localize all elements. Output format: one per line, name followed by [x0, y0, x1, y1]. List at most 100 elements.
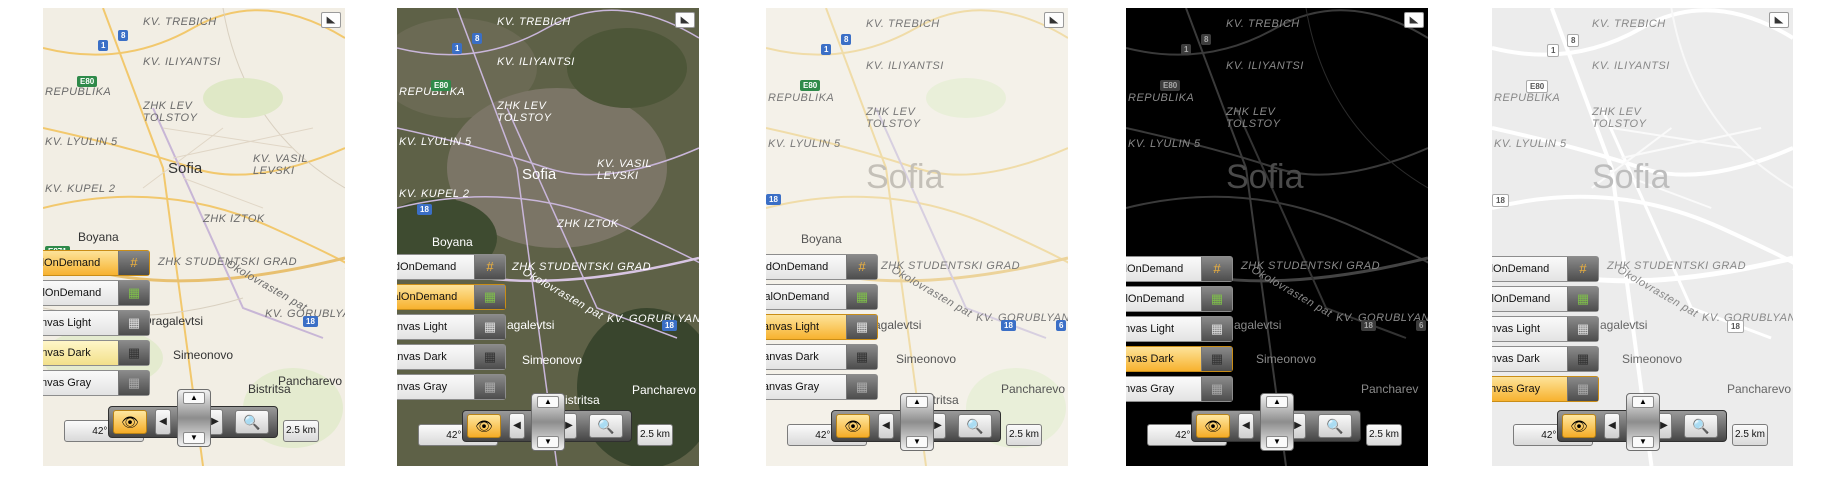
- pan-pad[interactable]: ▲ ▼: [900, 393, 934, 451]
- road-shield-18: 18: [303, 316, 318, 327]
- zoom-button[interactable]: 🔍: [958, 414, 992, 438]
- label-simeonovo: Simeonovo: [896, 352, 957, 366]
- label-city: Sofia: [522, 166, 557, 183]
- pan-left-button[interactable]: ◀: [155, 409, 171, 435]
- mode-road-button[interactable]: RoadOnDemand #: [397, 254, 506, 280]
- pan-down-button[interactable]: ▼: [183, 432, 205, 444]
- mode-road-label: RoadOnDemand: [1492, 263, 1550, 275]
- map-panel-canvas-gray[interactable]: KV. TREBICH KV. ILIYANTSI REPUBLIKA ZHK …: [1492, 8, 1793, 466]
- map-panel-aerial[interactable]: KV. TREBICH KV. ILIYANTSI REPUBLIKA ZHK …: [397, 8, 699, 466]
- aerial-tile-icon: ▦: [127, 285, 141, 300]
- canvas-grid-icon: ▦: [127, 375, 141, 390]
- pan-left-button[interactable]: ◀: [1238, 413, 1254, 439]
- pan-pad[interactable]: ▲ ▼: [177, 389, 211, 447]
- road-shield-1: 1: [1547, 44, 1560, 57]
- minimize-button[interactable]: [1404, 12, 1424, 28]
- mode-aerial-button[interactable]: AerialOnDemand ▦: [43, 280, 150, 306]
- mode-canvas-gray-button[interactable]: Canvas Gray ▦: [43, 370, 150, 396]
- mode-canvas-light-button[interactable]: Canvas Light ▦: [43, 310, 150, 336]
- magnifier-icon: 🔍: [1692, 418, 1710, 434]
- zoom-button[interactable]: 🔍: [1684, 414, 1718, 438]
- pan-left-button[interactable]: ◀: [509, 413, 525, 439]
- pan-pad[interactable]: ▲ ▼: [1260, 393, 1294, 451]
- label-trebich: KV. TREBICH: [1226, 18, 1300, 30]
- grid-hash-icon: #: [486, 259, 494, 274]
- label-republika: REPUBLIKA: [768, 92, 835, 104]
- visibility-toggle-button[interactable]: 👁: [1196, 414, 1230, 438]
- mode-aerial-label: AerialOnDemand: [1492, 293, 1551, 305]
- pan-down-button[interactable]: ▼: [1266, 436, 1288, 448]
- label-lyulin: KV. LYULIN 5: [1128, 138, 1201, 150]
- eye-icon: 👁: [1204, 418, 1222, 434]
- label-gorublyane: KV. GORUBLYAN: [607, 313, 699, 325]
- pan-pad[interactable]: ▲ ▼: [531, 393, 565, 451]
- road-shield-18: 18: [417, 204, 432, 215]
- mode-road-button[interactable]: RoadOnDemand #: [1492, 256, 1599, 282]
- minimize-button[interactable]: [675, 12, 695, 28]
- mode-canvas-dark-button[interactable]: Canvas Dark ▦: [1126, 346, 1233, 372]
- mode-canvas-gray-button[interactable]: Canvas Gray ▦: [397, 374, 506, 400]
- pan-up-button[interactable]: ▲: [906, 396, 928, 408]
- mode-canvas-light-button[interactable]: Canvas Light ▦: [1492, 316, 1599, 342]
- mode-road-button[interactable]: RoadOnDemand #: [43, 250, 150, 276]
- mode-aerial-button[interactable]: AerialOnDemand ▦: [397, 284, 506, 310]
- label-pancharevo: Pancharevo: [632, 383, 697, 397]
- pan-left-button[interactable]: ◀: [1604, 413, 1620, 439]
- mode-road-button[interactable]: RoadOnDemand #: [1126, 256, 1233, 282]
- mode-aerial-button[interactable]: AerialOnDemand ▦: [1492, 286, 1599, 312]
- scale-readout: 2.5 km: [283, 420, 319, 442]
- visibility-toggle-button[interactable]: 👁: [113, 410, 147, 434]
- mode-canvas-gray-label: Canvas Gray: [766, 381, 820, 393]
- map-panel-canvas-dark[interactable]: KV. TREBICH KV. ILIYANTSI REPUBLIKA ZHK …: [1126, 8, 1428, 466]
- road-shield-8: 8: [1567, 34, 1580, 47]
- label-iliyantsi: KV. ILIYANTSI: [1592, 60, 1670, 72]
- mode-road-button[interactable]: RoadOnDemand #: [766, 254, 878, 280]
- mode-canvas-light-button[interactable]: Canvas Light ▦: [1126, 316, 1233, 342]
- minimize-button[interactable]: [1769, 12, 1789, 28]
- canvas-grid-icon: ▦: [127, 345, 141, 360]
- road-shield-e80: E80: [800, 80, 821, 91]
- pan-up-button[interactable]: ▲: [1632, 396, 1654, 408]
- mode-canvas-light-button[interactable]: Canvas Light ▦: [397, 314, 506, 340]
- minimize-button[interactable]: [1044, 12, 1064, 28]
- pan-up-button[interactable]: ▲: [537, 396, 559, 408]
- mode-canvas-dark-button[interactable]: Canvas Dark ▦: [397, 344, 506, 370]
- mode-canvas-dark-button[interactable]: Canvas Dark ▦: [43, 340, 150, 366]
- zoom-button[interactable]: 🔍: [235, 410, 269, 434]
- mode-canvas-light-label: Canvas Light: [1126, 323, 1175, 335]
- minimize-button[interactable]: [321, 12, 341, 28]
- map-panel-canvas-light[interactable]: KV. TREBICH KV. ILIYANTSI REPUBLIKA ZHK …: [766, 8, 1068, 466]
- label-simeonovo: Simeonovo: [1622, 352, 1683, 366]
- visibility-toggle-button[interactable]: 👁: [1562, 414, 1596, 438]
- mode-aerial-label: AerialOnDemand: [397, 291, 458, 303]
- pan-left-button[interactable]: ◀: [878, 413, 894, 439]
- visibility-toggle-button[interactable]: 👁: [467, 414, 501, 438]
- mode-canvas-light-button[interactable]: Canvas Light ▦: [766, 314, 878, 340]
- mode-canvas-dark-label: Canvas Dark: [43, 347, 91, 359]
- mode-aerial-button[interactable]: AerialOnDemand ▦: [1126, 286, 1233, 312]
- mode-canvas-dark-button[interactable]: Canvas Dark ▦: [1492, 346, 1599, 372]
- mode-canvas-gray-label: Canvas Gray: [43, 377, 92, 389]
- road-shield-1: 1: [1181, 44, 1192, 55]
- mode-canvas-gray-button[interactable]: Canvas Gray ▦: [1126, 376, 1233, 402]
- canvas-grid-icon: ▦: [127, 315, 141, 330]
- map-panel-road[interactable]: KV. TREBICH KV. ILIYANTSI REPUBLIKA ZHK …: [43, 8, 345, 466]
- pan-up-button[interactable]: ▲: [183, 392, 205, 404]
- mode-aerial-button[interactable]: AerialOnDemand ▦: [766, 284, 878, 310]
- visibility-toggle-button[interactable]: 👁: [836, 414, 870, 438]
- mode-canvas-gray-button[interactable]: Canvas Gray ▦: [1492, 376, 1599, 402]
- pan-up-button[interactable]: ▲: [1266, 396, 1288, 408]
- zoom-button[interactable]: 🔍: [1318, 414, 1352, 438]
- label-trebich: KV. TREBICH: [497, 16, 571, 28]
- aerial-tile-icon: ▦: [855, 289, 869, 304]
- map-mode-panel: RoadOnDemand # AerialOnDemand ▦ Canvas L…: [766, 254, 878, 404]
- canvas-grid-icon: ▦: [1210, 351, 1224, 366]
- pan-down-button[interactable]: ▼: [906, 436, 928, 448]
- mode-canvas-gray-button[interactable]: Canvas Gray ▦: [766, 374, 878, 400]
- pan-down-button[interactable]: ▼: [1632, 436, 1654, 448]
- zoom-button[interactable]: 🔍: [589, 414, 623, 438]
- mode-canvas-dark-button[interactable]: Canvas Dark ▦: [766, 344, 878, 370]
- magnifier-icon: 🔍: [1326, 418, 1344, 434]
- pan-pad[interactable]: ▲ ▼: [1626, 393, 1660, 451]
- pan-down-button[interactable]: ▼: [537, 436, 559, 448]
